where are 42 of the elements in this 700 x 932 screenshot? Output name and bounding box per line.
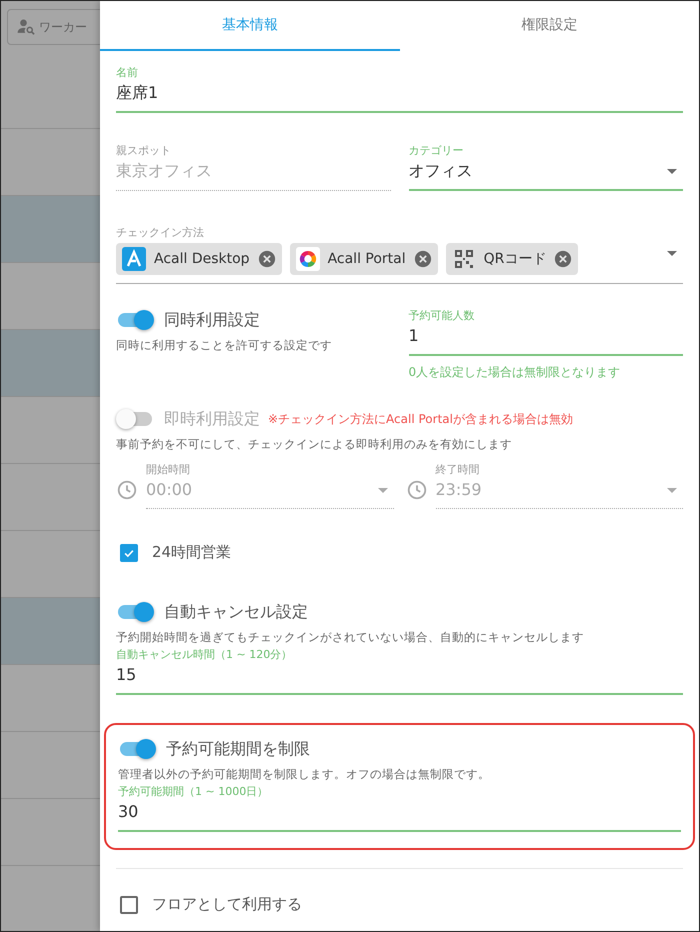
- remove-icon[interactable]: [414, 250, 432, 268]
- setting-title: 自動キャンセル設定: [164, 602, 308, 622]
- setting-title: 即時利用設定: [164, 408, 260, 430]
- list-row[interactable]: [1, 329, 100, 396]
- tab[interactable]: 権限設定: [400, 1, 699, 51]
- dropdown-caret-icon: [667, 169, 677, 174]
- list-row[interactable]: [1, 195, 100, 262]
- name-field[interactable]: 名前 座席1: [116, 65, 683, 113]
- warning-text: ※チェックイン方法にAcall Portalが含まれる場合は無効: [268, 410, 573, 428]
- checkbox-label: フロアとして利用する: [152, 895, 302, 914]
- checkbox[interactable]: [120, 896, 138, 914]
- helper-text: 0人を設定した場合は無制限となります: [408, 364, 622, 381]
- checkbox[interactable]: [120, 544, 138, 562]
- clock-icon: [406, 479, 428, 501]
- dropdown-caret-icon: [667, 251, 677, 256]
- category-select[interactable]: カテゴリー オフィス: [408, 143, 683, 191]
- toggle-switch[interactable]: [116, 308, 156, 332]
- app-logo-icon: [296, 247, 320, 271]
- chip[interactable]: QRコード: [446, 243, 578, 275]
- capacity-field[interactable]: 予約可能人数 1: [408, 308, 683, 356]
- dropdown-caret-icon: [667, 488, 677, 493]
- remove-icon[interactable]: [258, 250, 276, 268]
- setting-description: 予約開始時間を過ぎてもチェックインがされていない場合、自動的にキャンセルします: [116, 630, 585, 645]
- number-field[interactable]: 自動キャンセル時間（1 ~ 120分） 15: [116, 647, 683, 695]
- checkin-method-select[interactable]: チェックイン方法 Acall Desktop Acall Portal QRコード: [116, 221, 683, 284]
- app-logo-icon: [122, 247, 146, 271]
- chip[interactable]: Acall Portal: [290, 243, 438, 275]
- remove-icon[interactable]: [554, 250, 572, 268]
- user-search-icon: [16, 17, 36, 37]
- toggle-switch[interactable]: [116, 600, 156, 624]
- setting-description: 同時に利用することを許可する設定です: [116, 338, 333, 353]
- clock-icon: [116, 479, 138, 501]
- list-row[interactable]: [1, 597, 100, 664]
- chip[interactable]: Acall Desktop: [116, 243, 282, 275]
- setting-description: 事前予約を不可にして、チェックインによる即時利用のみを有効にします: [116, 437, 513, 452]
- checkbox-label: 24時間営業: [152, 543, 232, 562]
- dropdown-caret-icon: [378, 488, 388, 493]
- number-field[interactable]: 予約可能期間（1 ~ 1000日） 30: [118, 784, 681, 832]
- setting-description: 管理者以外の予約可能期間を制限します。オフの場合は無制限です。: [118, 767, 491, 782]
- toggle-switch[interactable]: [118, 737, 158, 761]
- setting-title: 予約可能期間を制限: [166, 738, 310, 760]
- setting-title: 同時利用設定: [164, 310, 260, 330]
